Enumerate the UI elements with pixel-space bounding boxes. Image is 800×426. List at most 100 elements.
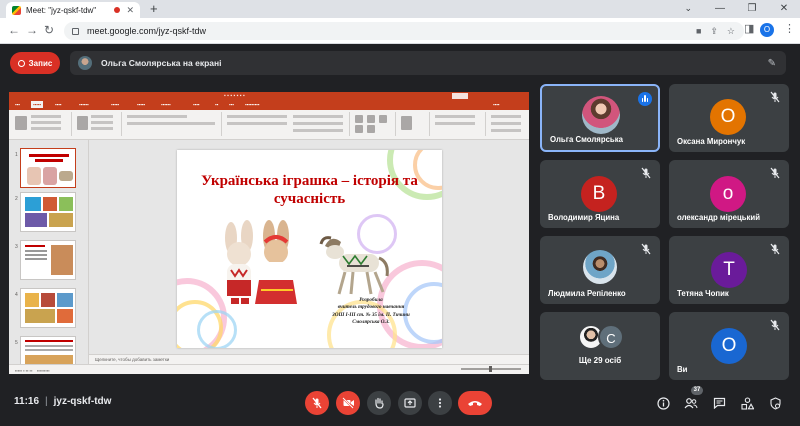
hangup-icon — [468, 401, 482, 406]
address-bar[interactable]: meet.google.com/jyz-qskf-tdw ■ ⇪ ☆ — [64, 22, 744, 40]
participant-name: Ви — [677, 365, 688, 374]
slide-credit: Розробила вчитель трудового навчання ЗОШ… — [311, 297, 431, 327]
slide-thumbnail[interactable] — [20, 240, 76, 280]
window-controls: — ❐ ✕ — [704, 0, 800, 18]
clock-time: 11:16 — [14, 396, 40, 407]
slide-thumbnail[interactable] — [20, 192, 76, 232]
participant-avatar: O — [710, 99, 746, 135]
recording-label: Запис — [28, 58, 53, 68]
participant-photo-avatar — [583, 250, 617, 284]
mic-off-icon — [770, 91, 780, 103]
restore-window-icon[interactable]: ❐ — [736, 0, 768, 18]
slide-thumbnails: 1 2 3 4 5 — [9, 140, 89, 374]
slide-workspace: Українська іграшка – історія та сучасніс… — [89, 140, 529, 364]
browser-tab-title: Meet: "jyz-qskf-tdw" — [26, 5, 97, 15]
ppt-signin-box — [452, 93, 468, 99]
close-window-icon[interactable]: ✕ — [768, 0, 800, 18]
credit-line: вчитель трудового навчання — [337, 304, 405, 311]
record-icon — [17, 59, 25, 67]
presenter-text: Ольга Смолярська на екрані — [101, 58, 222, 68]
browser-tabstrip: Meet: "jyz-qskf-tdw" ✕ + ⌄ — ❐ ✕ — [0, 0, 800, 18]
current-slide: Українська іграшка – історія та сучасніс… — [177, 150, 442, 348]
raise-hand-icon — [375, 397, 384, 409]
more-participants-tile[interactable]: C Ще 29 осіб — [540, 312, 660, 380]
mic-toggle-button[interactable] — [305, 391, 329, 415]
participant-avatar: o — [710, 176, 746, 212]
participant-tile[interactable]: O Оксана Мирончук — [669, 84, 789, 152]
people-icon — [684, 398, 698, 409]
lock-icon — [72, 27, 79, 35]
minimize-window-icon[interactable]: — — [704, 0, 736, 18]
chat-button[interactable] — [711, 395, 727, 411]
slide-thumbnail[interactable] — [20, 288, 76, 328]
reload-icon[interactable]: ↻ — [44, 23, 54, 37]
sidebar-toggle-icon[interactable]: ◨ — [744, 22, 754, 35]
host-controls-icon — [769, 396, 781, 410]
back-arrow-icon[interactable]: ← — [8, 23, 20, 37]
profile-avatar[interactable]: O — [760, 23, 774, 37]
raise-hand-button[interactable] — [367, 391, 391, 415]
tab-search-chevron-icon[interactable]: ⌄ — [684, 3, 692, 14]
browser-menu-icon[interactable]: ⋮ — [784, 22, 795, 35]
mic-off-icon — [312, 397, 322, 409]
participant-name: олександр мірецький — [677, 213, 761, 222]
forward-arrow-icon[interactable]: → — [26, 23, 38, 37]
credit-line: ЗОШ І-ІІІ ст. № 35 ім. П. Тичини — [332, 311, 410, 318]
ppt-ribbon-tabs: ▪▪▪ ▪▪▪▪▪ ▪▪▪▪ ▪▪▪▪▪▪ ▪▪▪▪▪ ▪▪▪▪▪ ▪▪▪▪▪▪… — [9, 101, 529, 110]
ppt-statusbar: ▪▪▪▪▪ ▪ ▪▪ ▪▪ ▪▪▪▪▪▪▪▪▪ — [9, 364, 529, 374]
host-controls-button[interactable] — [767, 395, 783, 411]
address-url: meet.google.com/jyz-qskf-tdw — [87, 26, 207, 36]
mic-off-icon — [641, 243, 651, 255]
slide-thumbnail[interactable] — [20, 148, 76, 188]
recording-button[interactable]: Запис — [10, 52, 60, 74]
ppt-titlebar: ▪ ▪ ▪ ▪ ▪ ▪ ▪ — [9, 92, 529, 101]
participant-photo-avatar — [582, 96, 620, 134]
bookmark-star-icon[interactable]: ☆ — [727, 26, 735, 37]
tab-recording-dot-icon — [114, 7, 121, 13]
meeting-info: 11:16 | jyz-qskf-tdw — [14, 396, 112, 407]
more-participants-label: Ще 29 осіб — [578, 356, 622, 365]
credit-line: Смолярська О.З. — [352, 319, 390, 326]
mic-off-icon — [770, 243, 780, 255]
speaker-notes[interactable]: Щелкните, чтобы добавить заметки — [89, 354, 529, 364]
more-options-button[interactable] — [428, 391, 452, 415]
activities-button[interactable] — [739, 395, 755, 411]
camera-permission-icon[interactable]: ■ — [696, 26, 701, 36]
present-screen-button[interactable] — [398, 391, 422, 415]
presenter-banner: Ольга Смолярська на екрані ✎ — [70, 51, 786, 75]
participant-name: Володимир Яцина — [548, 213, 620, 222]
participant-avatar: T — [711, 252, 747, 288]
horse-toy-image — [319, 236, 389, 295]
mic-off-icon — [770, 319, 780, 331]
participant-name: Ольга Смолярська — [550, 135, 623, 144]
slide-title: Українська іграшка – історія та сучасніс… — [201, 173, 418, 207]
participant-tile[interactable]: T Тетяна Чопик — [669, 236, 789, 304]
motanka-dolls-image — [225, 220, 297, 304]
browser-tab-meet[interactable]: Meet: "jyz-qskf-tdw" ✕ — [6, 2, 140, 18]
new-tab-icon[interactable]: + — [150, 1, 158, 16]
browser-toolbar: ← → ↻ meet.google.com/jyz-qskf-tdw ■ ⇪ ☆… — [0, 18, 800, 44]
speaking-indicator-icon — [638, 92, 652, 106]
chat-icon — [713, 397, 725, 409]
present-screen-icon — [404, 398, 416, 408]
zoom-slider[interactable] — [461, 366, 521, 372]
camera-toggle-button[interactable] — [336, 391, 360, 415]
camera-off-icon — [341, 397, 354, 409]
leave-call-button[interactable] — [458, 391, 492, 415]
participant-tile[interactable]: B Володимир Яцина — [540, 160, 660, 228]
meeting-details-button[interactable] — [655, 395, 671, 411]
mic-off-icon — [770, 167, 780, 179]
participant-tile[interactable]: o олександр мірецький — [669, 160, 789, 228]
pin-icon[interactable]: ✎ — [768, 58, 776, 69]
participant-avatar: C — [598, 324, 624, 350]
participant-name: Тетяна Чопик — [677, 289, 729, 298]
meeting-code: jyz-qskf-tdw — [53, 396, 112, 407]
info-icon — [656, 396, 670, 410]
participant-tile[interactable]: Людмила Репіленко — [540, 236, 660, 304]
participant-tile[interactable]: Ольга Смолярська — [540, 84, 660, 152]
participant-avatar: O — [711, 328, 747, 364]
share-icon[interactable]: ⇪ — [710, 26, 718, 37]
people-button[interactable] — [683, 395, 699, 411]
close-tab-icon[interactable]: ✕ — [126, 5, 134, 16]
self-tile[interactable]: O Ви — [669, 312, 789, 380]
